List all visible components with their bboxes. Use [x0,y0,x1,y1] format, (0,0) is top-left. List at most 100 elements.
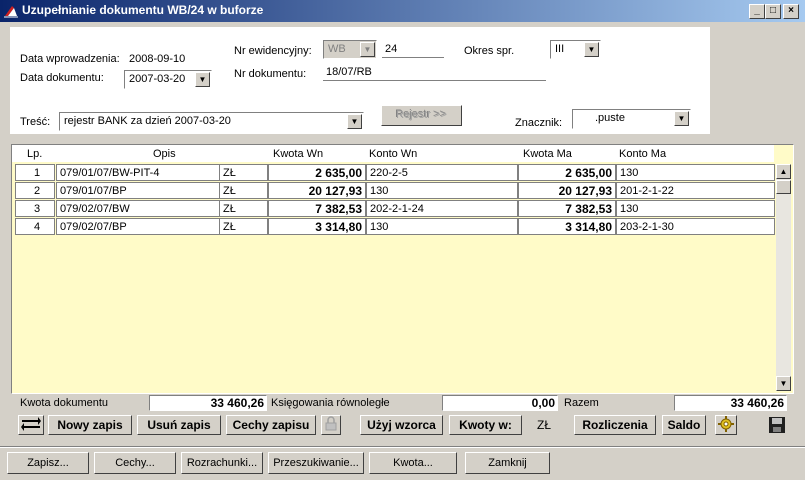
cechy-zapisu-button[interactable]: Cechy zapisu [226,415,316,435]
tresc-value: rejestr BANK za dzień 2007-03-20 [64,115,231,127]
kwoty-w-button[interactable]: Kwoty w: [449,415,522,435]
nr-dokumentu-label: Nr dokumentu: [234,68,307,80]
razem-value: 33 460,26 [674,395,787,411]
cell-waluta: ZŁ [219,164,268,181]
usun-zapis-button[interactable]: Usuń zapis [137,415,221,435]
close-button[interactable]: × [783,4,799,19]
okres-label: Okres spr. [464,45,515,57]
chevron-down-icon[interactable]: ▼ [347,114,362,129]
table-row[interactable]: 2 079/01/07/BP ZŁ 20 127,93 130 20 127,9… [15,182,775,199]
rozliczenia-button[interactable]: Rozliczenia [574,415,656,435]
chevron-down-icon[interactable]: ▼ [195,72,210,87]
table-row[interactable]: 4 079/02/07/BP ZŁ 3 314,80 130 3 314,80 … [15,218,775,235]
tresc-label: Treść: [20,116,51,128]
uzyj-wzorca-button[interactable]: Użyj wzorca [360,415,443,435]
column-header-opis: Opis [153,148,176,160]
zapisz-button[interactable]: Zapisz... [7,452,89,474]
data-wprowadzenia-label: Data wprowadzenia: [20,53,120,65]
settings-gear-icon [718,416,734,432]
chevron-down-icon[interactable]: ▼ [584,42,599,57]
znacznik-select[interactable]: .puste ▼ [572,109,691,129]
cell-waluta: ZŁ [219,218,268,235]
save-disk-button[interactable] [768,416,786,434]
cell-kwota-ma: 20 127,93 [518,182,616,199]
app-logo-icon [4,6,18,18]
waluta-label: ZŁ [537,418,552,432]
cell-lp: 2 [15,182,55,199]
window-title: Uzupełnianie dokumentu WB/24 w buforze [22,3,264,17]
cell-konto-wn: 202-2-1-24 [366,200,518,217]
cell-lp: 4 [15,218,55,235]
nr-ewidencyjny-label: Nr ewidencyjny: [234,45,312,57]
chevron-down-icon[interactable]: ▼ [674,111,689,126]
data-dokumentu-picker[interactable]: 2007-03-20 ▼ [124,70,212,89]
saldo-button[interactable]: Saldo [662,415,706,435]
cell-kwota-ma: 3 314,80 [518,218,616,235]
data-dokumentu-label: Data dokumentu: [20,72,104,84]
separator [0,447,805,448]
tresc-select[interactable]: rejestr BANK za dzień 2007-03-20 ▼ [59,112,364,131]
okres-value: III [555,43,565,55]
zamknij-button[interactable]: Zamknij [465,452,550,474]
column-header-kwota-ma: Kwota Ma [523,148,572,160]
cell-kwota-ma: 7 382,53 [518,200,616,217]
cell-kwota-ma: 2 635,00 [518,164,616,181]
scroll-thumb[interactable] [776,180,791,194]
cell-opis: 079/01/07/BP [56,182,233,199]
maximize-button[interactable]: □ [765,4,781,19]
vertical-scrollbar[interactable] [776,164,791,390]
data-wprowadzenia-value: 2008-09-10 [129,53,186,65]
cell-kwota-wn: 7 382,53 [268,200,366,217]
ksiegowania-value: 0,00 [442,395,558,411]
kwota-dokumentu-label: Kwota dokumentu [20,397,109,409]
cechy-button[interactable]: Cechy... [94,452,176,474]
scroll-up-button[interactable]: ▲ [776,164,791,179]
przeszukiwanie-button[interactable]: Przeszukiwanie... [268,452,364,474]
cell-lp: 3 [15,200,55,217]
table-row[interactable]: 1 079/01/07/BW-PIT-4 ZŁ 2 635,00 220-2-5… [15,164,775,181]
nr-ewidencyjny-prefix-select[interactable]: WB ▼ [323,40,377,59]
nr-ewidencyjny-input[interactable]: 24 [382,41,444,58]
minimize-button[interactable]: _ [749,4,765,19]
znacznik-label: Znacznik: [515,117,563,129]
lock-icon [325,416,337,431]
cell-lp: 1 [15,164,55,181]
cell-konto-ma: 203-2-1-30 [616,218,775,235]
scroll-down-button[interactable]: ▼ [776,376,791,391]
cell-konto-wn: 220-2-5 [366,164,518,181]
cell-opis: 079/02/07/BP [56,218,233,235]
nr-dokumentu-input[interactable]: 18/07/RB [323,64,546,81]
cell-konto-ma: 130 [616,200,775,217]
okres-select[interactable]: III ▼ [550,40,601,59]
kwota-button[interactable]: Kwota... [369,452,457,474]
chevron-down-icon[interactable]: ▼ [360,42,375,57]
cell-waluta: ZŁ [219,200,268,217]
znacznik-value: .puste [595,112,625,124]
column-header-konto-wn: Konto Wn [369,148,418,160]
settings-button[interactable] [715,415,737,435]
swap-arrows-icon [21,417,41,431]
lock-button[interactable] [321,415,341,435]
ksiegowania-label: Księgowania równoległe [271,397,390,409]
nowy-zapis-button[interactable]: Nowy zapis [48,415,132,435]
cell-konto-wn: 130 [366,182,518,199]
cell-kwota-wn: 20 127,93 [268,182,366,199]
cell-opis: 079/02/07/BW [56,200,233,217]
cell-konto-wn: 130 [366,218,518,235]
cell-opis: 079/01/07/BW-PIT-4 [56,164,233,181]
swap-arrows-button[interactable] [18,415,44,435]
cell-kwota-wn: 3 314,80 [268,218,366,235]
rozrachunki-button[interactable]: Rozrachunki... [181,452,263,474]
table-row[interactable]: 3 079/02/07/BW ZŁ 7 382,53 202-2-1-24 7 … [15,200,775,217]
column-header-konto-ma: Konto Ma [619,148,667,160]
kwota-dokumentu-value: 33 460,26 [149,395,267,411]
cell-konto-ma: 201-2-1-22 [616,182,775,199]
save-disk-icon [769,417,785,433]
razem-label: Razem [564,397,599,409]
cell-waluta: ZŁ [219,182,268,199]
cell-konto-ma: 130 [616,164,775,181]
rejestr-button[interactable]: Rejestr >> [381,105,462,126]
column-header-kwota-wn: Kwota Wn [273,148,324,160]
nr-ewidencyjny-prefix: WB [328,43,346,55]
column-header-lp: Lp. [27,148,43,160]
